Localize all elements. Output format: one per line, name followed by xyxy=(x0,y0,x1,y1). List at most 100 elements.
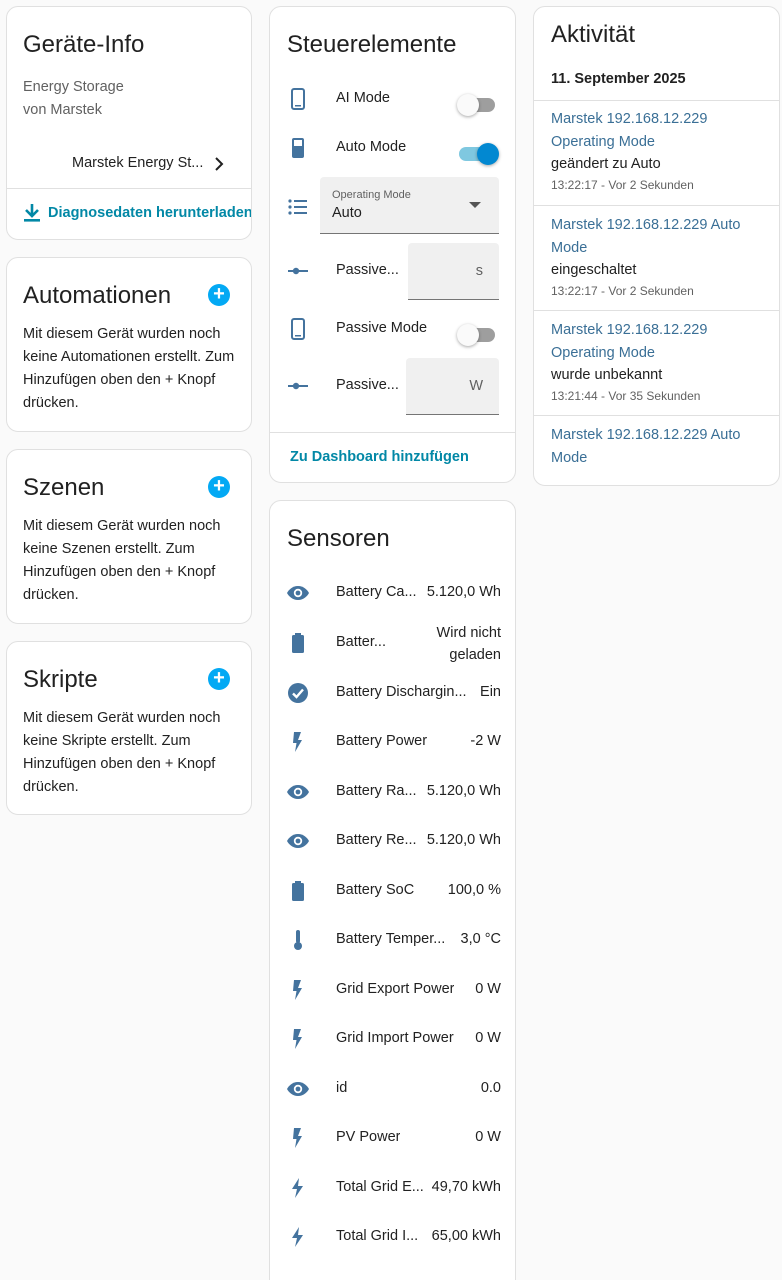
passive-1-input[interactable]: s xyxy=(408,243,499,300)
activity-time: 13:22:17 - Vor 2 Sekunden xyxy=(551,178,694,192)
passive-2-unit: W xyxy=(469,378,483,394)
add-to-dashboard-button[interactable]: Zu Dashboard hinzufügen xyxy=(290,449,469,465)
activity-entry: Marstek 192.168.12.229 Auto Mode eingesch… xyxy=(551,214,776,298)
activity-card: Aktivität 11. September 2025 Marstek 192… xyxy=(533,6,780,486)
phone-icon xyxy=(291,88,305,110)
slider-icon xyxy=(288,267,308,275)
divider xyxy=(534,100,779,101)
download-icon xyxy=(24,204,40,222)
phone-icon xyxy=(291,318,305,340)
passive-2-label: Passive... xyxy=(336,377,399,393)
divider xyxy=(534,415,779,416)
dropdown-arrow-icon xyxy=(469,202,481,208)
passive-mode-label: Passive Mode xyxy=(336,320,428,336)
activity-text: eingeschaltet xyxy=(551,262,637,278)
passive-2-input[interactable]: W xyxy=(406,358,499,415)
scripts-card: Skripte + Mit diesem Gerät wurden noch k… xyxy=(6,641,252,815)
divider xyxy=(534,310,779,311)
sensor-label: Total Grid E... xyxy=(336,1179,424,1195)
sensor-value: 100,0 % xyxy=(447,882,501,898)
activity-time: 13:21:44 - Vor 35 Sekunden xyxy=(551,389,701,403)
sensor-label: Grid Import Power xyxy=(336,1030,454,1046)
sensor-value: 0 W xyxy=(475,1030,501,1046)
auto-mode-label: Auto Mode xyxy=(336,139,407,155)
activity-entity-link[interactable]: Marstek 192.168.12.229 Operating Mode xyxy=(551,319,776,365)
sensor-value: 5.120,0 Wh xyxy=(426,832,501,848)
eye-icon xyxy=(287,785,309,799)
sensor-row[interactable]: Battery Ca... 5.120,0 Wh xyxy=(270,573,515,613)
sensor-label: Battery Ra... xyxy=(336,783,417,799)
sensor-row[interactable]: Batter... Wird nicht geladen xyxy=(270,623,515,663)
activity-entity-link[interactable]: Marstek 192.168.12.229 Auto Mode xyxy=(551,424,776,470)
eye-icon xyxy=(287,586,309,600)
download-diagnostics-button[interactable]: Diagnosedaten herunterladen xyxy=(23,203,251,227)
ai-mode-toggle[interactable] xyxy=(457,94,495,116)
divider xyxy=(7,188,251,189)
add-scene-button[interactable]: + xyxy=(208,476,230,498)
activity-text: wurde unbekannt xyxy=(551,367,663,383)
activity-date: 11. September 2025 xyxy=(551,71,686,87)
sensor-row[interactable]: Grid Import Power 0 W xyxy=(270,1019,515,1059)
activity-time: 13:22:17 - Vor 2 Sekunden xyxy=(551,284,694,298)
flash-icon xyxy=(293,732,302,752)
activity-text: geändert zu Auto xyxy=(551,156,661,172)
device-info-title: Geräte-Info xyxy=(23,31,145,58)
sensor-row[interactable]: PV Power 0 W xyxy=(270,1118,515,1158)
controls-card: Steuerelemente AI Mode Auto Mode Operati… xyxy=(269,6,516,483)
thermometer-icon xyxy=(294,930,302,950)
scripts-empty-text: Mit diesem Gerät wurden noch keine Skrip… xyxy=(23,710,221,795)
sensor-label: id xyxy=(336,1080,348,1096)
battery-icon xyxy=(292,881,304,901)
sensor-value: -2 W xyxy=(470,733,501,749)
sensor-row[interactable]: Battery Dischargin... Ein xyxy=(270,673,515,713)
control-row-passive-mode[interactable]: Passive Mode xyxy=(270,309,515,349)
flash-icon xyxy=(293,1128,302,1148)
activity-title: Aktivität xyxy=(551,21,636,48)
sensor-row[interactable]: Battery SoC 100,0 % xyxy=(270,871,515,911)
operating-mode-label: Operating Mode xyxy=(332,189,411,201)
lightning-icon xyxy=(292,1227,303,1247)
sensor-row[interactable]: Total Grid E... 49,70 kWh xyxy=(270,1168,515,1208)
add-automation-button[interactable]: + xyxy=(208,284,230,306)
control-row-ai-mode[interactable]: AI Mode xyxy=(270,79,515,119)
sensor-value: 0 W xyxy=(475,981,501,997)
list-icon xyxy=(288,199,307,215)
flash-icon xyxy=(293,980,302,1000)
divider xyxy=(270,432,515,433)
sensors-title: Sensoren xyxy=(287,525,390,552)
add-script-button[interactable]: + xyxy=(208,668,230,690)
eye-icon xyxy=(287,834,309,848)
device-manufacturer: von Marstek xyxy=(23,102,102,118)
sensor-label: Battery Power xyxy=(336,733,428,749)
sensor-label: Battery Ca... xyxy=(336,584,417,600)
operating-mode-select[interactable]: Operating Mode Auto xyxy=(320,177,499,234)
sensor-row[interactable]: Battery Power -2 W xyxy=(270,722,515,762)
auto-mode-toggle[interactable] xyxy=(459,143,499,165)
activity-entity-link[interactable]: Marstek 192.168.12.229 Operating Mode xyxy=(551,108,776,154)
sensor-value: Wird nicht geladen xyxy=(436,625,501,663)
device-link[interactable]: Marstek Energy St... xyxy=(7,147,251,183)
sensor-row[interactable]: Battery Ra... 5.120,0 Wh xyxy=(270,772,515,812)
sensor-label: Grid Export Power xyxy=(336,981,455,997)
sensor-label: PV Power xyxy=(336,1129,401,1145)
ai-mode-label: AI Mode xyxy=(336,90,390,106)
sensor-row[interactable]: Grid Export Power 0 W xyxy=(270,970,515,1010)
controls-title: Steuerelemente xyxy=(287,31,457,58)
control-row-auto-mode[interactable]: Auto Mode xyxy=(270,128,515,168)
eye-icon xyxy=(287,1082,309,1096)
sensor-row[interactable]: Battery Temper... 3,0 °C xyxy=(270,920,515,960)
activity-entry: Marstek 192.168.12.229 Auto Mode xyxy=(551,424,776,470)
activity-entity-link[interactable]: Marstek 192.168.12.229 Auto Mode xyxy=(551,214,776,260)
scripts-title: Skripte xyxy=(23,666,98,693)
sensor-row[interactable]: Battery Re... 5.120,0 Wh xyxy=(270,821,515,861)
sensor-label: Battery Temper... xyxy=(336,931,446,947)
sensor-label: Battery Dischargin... xyxy=(336,684,467,700)
check-circle-icon xyxy=(288,683,308,703)
phone-filled-icon xyxy=(292,138,304,158)
scenes-empty-text: Mit diesem Gerät wurden noch keine Szene… xyxy=(23,518,221,603)
chevron-right-icon xyxy=(215,157,224,171)
sensor-row[interactable]: Total Grid I... 65,00 kWh xyxy=(270,1217,515,1257)
passive-mode-toggle[interactable] xyxy=(457,324,495,346)
scenes-card: Szenen + Mit diesem Gerät wurden noch ke… xyxy=(6,449,252,624)
sensor-row[interactable]: id 0.0 xyxy=(270,1069,515,1109)
